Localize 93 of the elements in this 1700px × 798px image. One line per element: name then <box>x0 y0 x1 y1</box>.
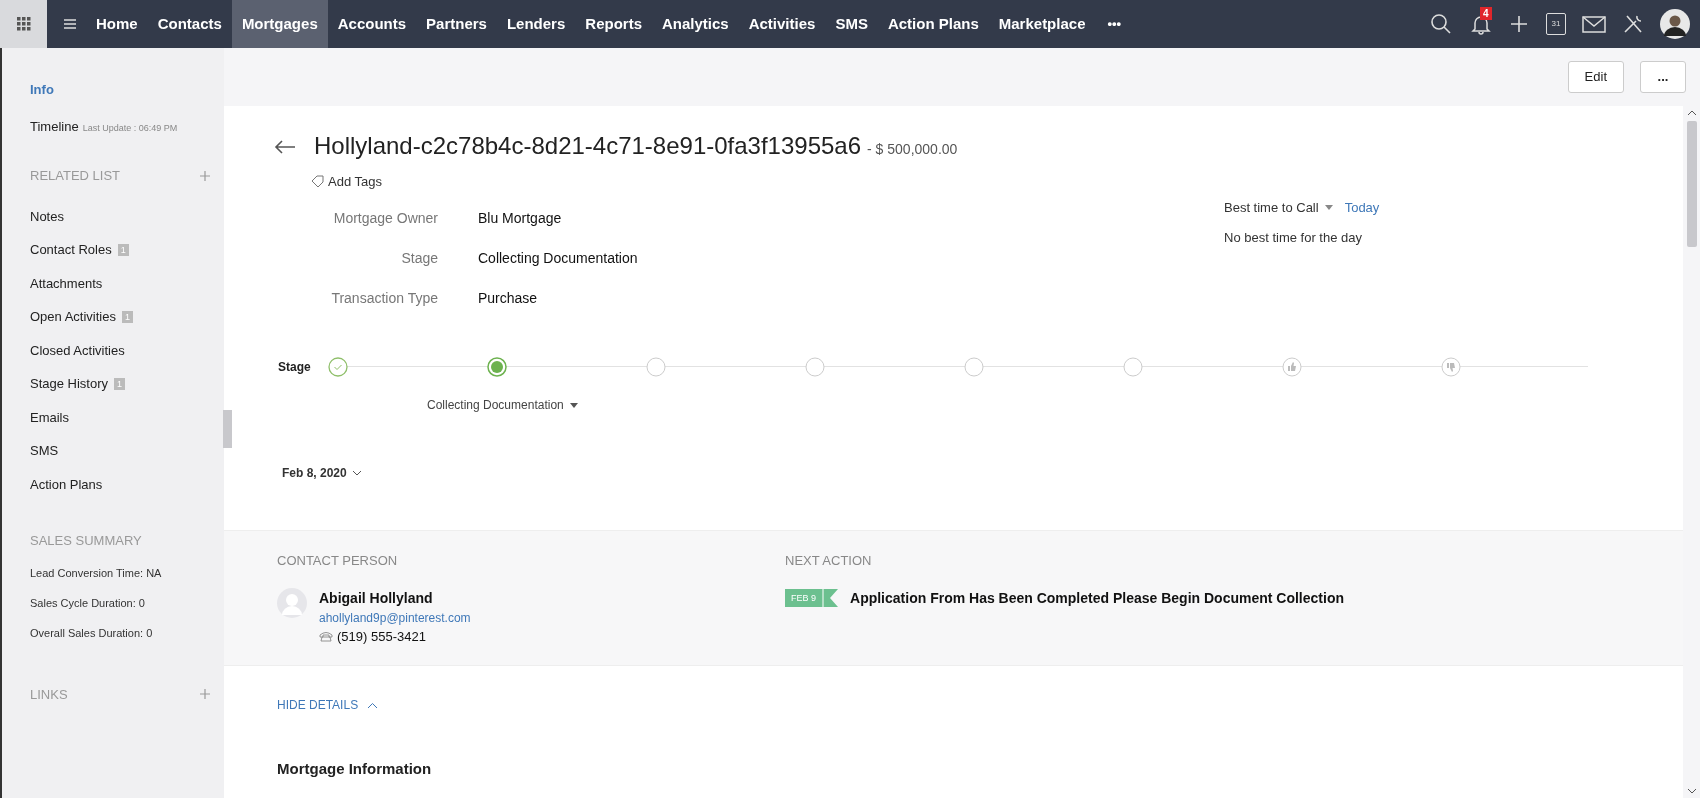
field-label: Transaction Type <box>330 288 438 308</box>
related-list-link[interactable]: Open Activities <box>30 307 116 327</box>
related-list-link[interactable]: Closed Activities <box>30 340 125 360</box>
nav-tab[interactable]: Marketplace <box>988 0 1096 48</box>
count-badge: 1 <box>117 243 129 256</box>
section-heading: RELATED LIST <box>30 167 121 185</box>
contact-email-link[interactable]: ahollyland9p@pinterest.com <box>319 608 471 627</box>
phone-icon <box>319 630 333 642</box>
section-heading: CONTACT PERSON <box>277 552 399 570</box>
thumbs-down-icon[interactable] <box>1441 357 1461 377</box>
app-grid-button[interactable] <box>0 0 47 48</box>
stage-label: Stage <box>278 359 312 376</box>
plus-icon[interactable] <box>1508 13 1530 35</box>
nav-tab[interactable]: Analytics <box>652 0 739 48</box>
scrollbar-thumb[interactable] <box>1686 121 1697 247</box>
add-icon[interactable] <box>200 170 210 181</box>
date-dropdown[interactable]: Feb 8, 2020 <box>282 464 361 482</box>
avatar-icon <box>277 587 307 618</box>
chevron-down-icon <box>352 470 361 476</box>
stage-circle-icon[interactable] <box>646 357 666 377</box>
today-link[interactable]: Today <box>1344 198 1380 218</box>
grid-icon <box>16 17 31 31</box>
add-icon[interactable] <box>200 689 210 700</box>
field-value: Purchase <box>478 288 538 308</box>
stage-circle-icon[interactable] <box>1123 357 1143 377</box>
contact-name[interactable]: Abigail Hollyland <box>319 587 471 609</box>
nav-tab[interactable]: SMS <box>825 0 878 48</box>
scroll-up-icon[interactable] <box>1687 110 1696 115</box>
best-time-dropdown[interactable]: Best time to Call <box>1224 198 1319 218</box>
summary-text: Lead Conversion Time: NA <box>30 565 163 581</box>
stage-circle-icon[interactable] <box>964 357 984 377</box>
back-arrow-icon[interactable] <box>274 140 296 154</box>
flag-tail-icon <box>822 589 838 607</box>
nav-tab[interactable]: Mortgages <box>231 0 328 48</box>
related-list-link[interactable]: SMS <box>30 441 59 461</box>
related-list-link[interactable]: Attachments <box>30 273 103 293</box>
best-time-note: No best time for the day <box>1224 228 1363 247</box>
notification-badge: 4 <box>1480 7 1492 20</box>
stage-dropdown[interactable]: Collecting Documentation <box>427 396 578 414</box>
section-heading: NEXT ACTION <box>785 552 873 570</box>
count-badge: 1 <box>122 310 133 323</box>
nav-tab[interactable]: Contacts <box>147 0 232 48</box>
section-heading: SALES SUMMARY <box>30 532 142 550</box>
section-title: Mortgage Information <box>277 759 433 779</box>
mail-icon[interactable] <box>1582 14 1606 34</box>
field-label: Mortgage Owner <box>332 208 438 228</box>
search-icon[interactable] <box>1430 13 1452 35</box>
chevron-up-icon <box>368 702 378 708</box>
completed-stage-icon[interactable] <box>328 357 348 377</box>
section-heading: LINKS <box>30 685 68 704</box>
more-tabs-button[interactable]: ••• <box>1095 0 1134 48</box>
nav-tab[interactable]: Home <box>86 0 148 48</box>
avatar-icon[interactable] <box>1660 9 1690 39</box>
stage-circle-icon[interactable] <box>805 357 825 377</box>
amount-text: - $ 500,000.00 <box>867 140 958 159</box>
edit-button[interactable]: Edit <box>1567 61 1624 93</box>
calendar-icon[interactable]: 31 <box>1546 13 1566 35</box>
field-value: Blu Mortgage <box>478 208 562 228</box>
nav-tab[interactable]: Partners <box>416 0 497 48</box>
sidebar-link[interactable]: Timeline <box>30 116 79 136</box>
related-list-link[interactable]: Stage History <box>30 374 109 394</box>
related-list-link[interactable]: Contact Roles <box>30 240 112 260</box>
caret-icon <box>569 402 578 408</box>
scroll-down-icon[interactable] <box>1687 789 1696 794</box>
menu-icon <box>64 19 76 29</box>
related-list-link[interactable]: Action Plans <box>30 474 103 494</box>
more-button[interactable]: ... <box>1640 61 1686 93</box>
current-stage-icon[interactable] <box>487 357 507 377</box>
nav-tab[interactable]: Activities <box>738 0 826 48</box>
calendar-day: 31 <box>1551 18 1561 30</box>
count-badge: 1 <box>114 377 126 390</box>
nav-tab[interactable]: Reports <box>575 0 652 48</box>
add-tags-button[interactable]: Add Tags <box>311 172 382 192</box>
nav-tab[interactable]: Lenders <box>496 0 576 48</box>
field-label: Stage <box>400 248 438 268</box>
related-list-link[interactable]: Notes <box>30 206 64 226</box>
related-list-link[interactable]: Emails <box>30 407 69 427</box>
next-action-text: Application From Has Been Completed Please Begin Document Collection <box>850 588 1344 608</box>
tools-icon[interactable] <box>1622 13 1644 35</box>
nav-tab[interactable]: Action Plans <box>877 0 989 48</box>
field-value: Collecting Documentation <box>478 248 638 268</box>
contact-phone: (519) 555-3421 <box>337 627 426 646</box>
last-update-text: Last Update : 06:49 PM <box>82 121 178 135</box>
sidebar-link[interactable]: Info <box>30 80 54 100</box>
thumbs-up-icon[interactable] <box>1282 357 1302 377</box>
tag-icon <box>311 175 324 189</box>
record-title: Hollyland-c2c78b4c-8d21-4c71-8e91-0fa3f13955a6 <box>314 131 862 161</box>
summary-text: Sales Cycle Duration: 0 <box>30 595 146 611</box>
collapse-handle[interactable] <box>223 410 232 448</box>
caret-icon <box>1324 205 1333 211</box>
summary-text: Overall Sales Duration: 0 <box>30 625 154 641</box>
nav-tab[interactable]: Accounts <box>327 0 417 48</box>
hide-details-button[interactable]: HIDE DETAILS <box>277 696 378 714</box>
